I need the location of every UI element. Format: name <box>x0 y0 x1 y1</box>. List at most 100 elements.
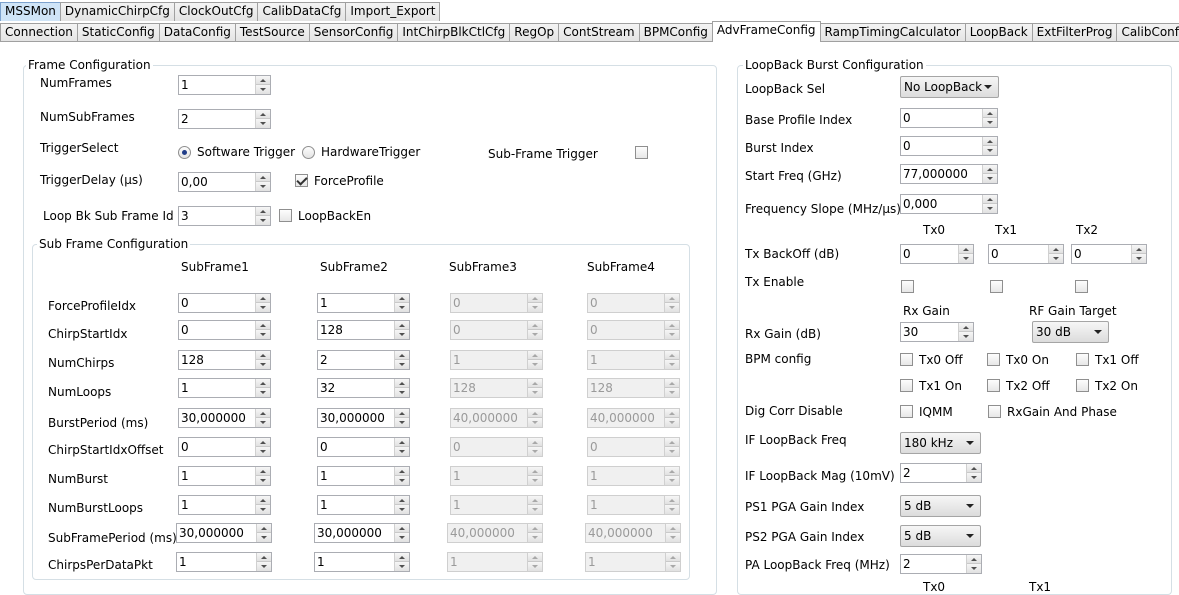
tab-sensorconfig[interactable]: SensorConfig <box>308 23 399 42</box>
spin-down-icon[interactable] <box>256 447 270 456</box>
tab-extfilterprog[interactable]: ExtFilterProg <box>1031 23 1118 42</box>
bpm-tx2-off-checkbox[interactable] <box>987 379 1000 392</box>
spin-down-icon[interactable] <box>256 216 270 225</box>
tab-connection[interactable]: Connection <box>0 23 78 42</box>
bpm-tx1-on-checkbox[interactable] <box>900 379 913 392</box>
spin-down-icon[interactable] <box>257 533 271 542</box>
loopback-sel-dropdown[interactable]: No LoopBack <box>900 76 999 98</box>
spin-up-icon[interactable] <box>395 351 409 360</box>
subframe1-input[interactable]: 30,000000 <box>178 408 271 428</box>
spin-down-icon[interactable] <box>1132 254 1146 263</box>
spin-down-icon[interactable] <box>959 254 973 263</box>
loop-bk-subframe-input[interactable]: 3 <box>178 206 271 226</box>
num-subframes-input[interactable]: 2 <box>178 109 271 129</box>
spin-up-icon[interactable] <box>1049 245 1063 254</box>
spin-up-icon[interactable] <box>395 553 409 562</box>
spin-down-icon[interactable] <box>1049 254 1063 263</box>
burst-index-input[interactable]: 0 <box>900 136 998 156</box>
spin-down-icon[interactable] <box>256 505 270 514</box>
tx0-backoff-input[interactable]: 0 <box>900 244 974 264</box>
subframe2-input[interactable]: 1 <box>317 495 410 515</box>
tab-intchirpblkctlcfg[interactable]: IntChirpBlkCtlCfg <box>397 23 511 42</box>
spin-up-icon[interactable] <box>395 524 409 533</box>
spin-up-icon[interactable] <box>1132 245 1146 254</box>
spin-down-icon[interactable] <box>256 418 270 427</box>
pa-freq-input[interactable]: 2 <box>900 554 982 574</box>
tab-contstream[interactable]: ContStream <box>558 23 640 42</box>
spin-down-icon[interactable] <box>395 533 409 542</box>
subframe1-input[interactable]: 1 <box>178 495 271 515</box>
spin-up-icon[interactable] <box>256 110 270 119</box>
tab-dynamicchirpcfg[interactable]: DynamicChirpCfg <box>59 2 175 21</box>
spin-down-icon[interactable] <box>395 505 409 514</box>
base-profile-input[interactable]: 0 <box>900 108 998 128</box>
subframe1-input[interactable]: 0 <box>178 320 271 340</box>
spin-down-icon[interactable] <box>967 564 981 573</box>
subframe1-input[interactable]: 1 <box>178 466 271 486</box>
tab-regop[interactable]: RegOp <box>509 23 560 42</box>
spin-up-icon[interactable] <box>395 379 409 388</box>
tx2-backoff-input[interactable]: 0 <box>1071 244 1147 264</box>
spin-up-icon[interactable] <box>256 207 270 216</box>
loopback-en-checkbox[interactable] <box>279 209 292 222</box>
ps1-pga-dropdown[interactable]: 5 dB <box>900 495 981 517</box>
spin-up-icon[interactable] <box>983 137 997 146</box>
bpm-tx2-on-checkbox[interactable] <box>1076 379 1089 392</box>
num-frames-input[interactable]: 1 <box>178 75 271 95</box>
if-mag-input[interactable]: 2 <box>900 463 982 483</box>
ps2-pga-dropdown[interactable]: 5 dB <box>900 525 981 547</box>
subframe2-input[interactable]: 32 <box>317 378 410 398</box>
tab-bpmconfig[interactable]: BPMConfig <box>638 23 713 42</box>
bpm-tx0-off-checkbox[interactable] <box>900 353 913 366</box>
subframe2-input[interactable]: 128 <box>317 320 410 340</box>
subframe1-input[interactable]: 1 <box>178 378 271 398</box>
subframe1-input[interactable]: 0 <box>178 437 271 457</box>
spin-up-icon[interactable] <box>967 555 981 564</box>
subframe2-input[interactable]: 0 <box>317 437 410 457</box>
spin-down-icon[interactable] <box>256 388 270 397</box>
spin-up-icon[interactable] <box>256 379 270 388</box>
spin-up-icon[interactable] <box>395 294 409 303</box>
iqmm-checkbox[interactable] <box>900 405 913 418</box>
spin-up-icon[interactable] <box>395 321 409 330</box>
force-profile-checkbox[interactable] <box>295 174 308 187</box>
tab-loopback[interactable]: LoopBack <box>964 23 1033 42</box>
tab-clockoutcfg[interactable]: ClockOutCfg <box>173 2 259 21</box>
subframe-trigger-checkbox[interactable] <box>635 146 648 159</box>
start-freq-input[interactable]: 77,000000 <box>900 164 998 184</box>
spin-down-icon[interactable] <box>395 447 409 456</box>
spin-down-icon[interactable] <box>257 562 271 571</box>
spin-down-icon[interactable] <box>256 330 270 339</box>
if-freq-dropdown[interactable]: 180 kHz <box>900 432 981 454</box>
spin-up-icon[interactable] <box>983 165 997 174</box>
trigger-delay-input[interactable]: 0,00 <box>178 172 271 192</box>
subframe1-input[interactable]: 1 <box>176 552 272 572</box>
subframe2-input[interactable]: 2 <box>317 350 410 370</box>
spin-up-icon[interactable] <box>256 173 270 182</box>
spin-up-icon[interactable] <box>256 76 270 85</box>
spin-down-icon[interactable] <box>395 476 409 485</box>
tab-import-export[interactable]: Import_Export <box>345 2 441 21</box>
spin-down-icon[interactable] <box>256 360 270 369</box>
tab-advframeconfig[interactable]: AdvFrameConfig <box>711 21 821 42</box>
spin-up-icon[interactable] <box>395 438 409 447</box>
spin-down-icon[interactable] <box>983 118 997 127</box>
spin-down-icon[interactable] <box>395 360 409 369</box>
spin-up-icon[interactable] <box>395 467 409 476</box>
rx-gain-input[interactable]: 30 <box>900 322 974 342</box>
spin-down-icon[interactable] <box>967 473 981 482</box>
subframe1-input[interactable]: 128 <box>178 350 271 370</box>
spin-up-icon[interactable] <box>395 496 409 505</box>
spin-up-icon[interactable] <box>983 195 997 204</box>
spin-up-icon[interactable] <box>256 467 270 476</box>
tab-testsource[interactable]: TestSource <box>234 23 310 42</box>
spin-up-icon[interactable] <box>257 553 271 562</box>
bpm-tx0-on-checkbox[interactable] <box>987 353 1000 366</box>
subframe2-input[interactable]: 1 <box>314 552 410 572</box>
spin-down-icon[interactable] <box>256 303 270 312</box>
subframe1-input[interactable]: 30,000000 <box>176 523 272 543</box>
tx1-enable-checkbox[interactable] <box>990 280 1003 293</box>
spin-down-icon[interactable] <box>983 204 997 213</box>
tx0-enable-checkbox[interactable] <box>901 280 914 293</box>
spin-up-icon[interactable] <box>983 109 997 118</box>
